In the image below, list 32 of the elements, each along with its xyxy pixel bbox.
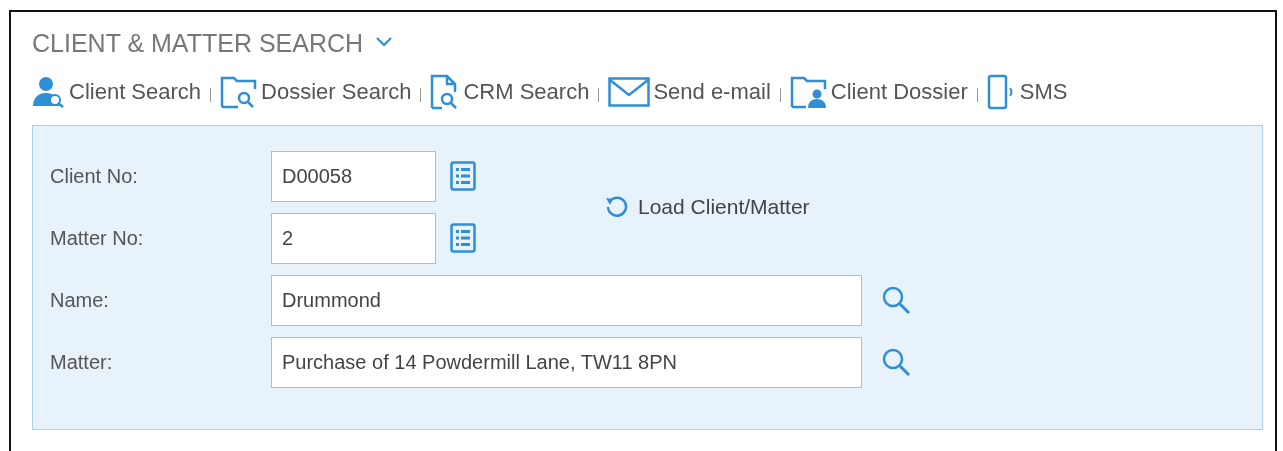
search-icon[interactable] (881, 347, 911, 377)
text-field[interactable]: Purchase of 14 Powdermill Lane, TW11 8PN (271, 336, 862, 388)
field-label: Matter: (50, 350, 114, 374)
toolbar-link[interactable]: Send e-mail (608, 77, 771, 107)
toolbar-link[interactable]: SMS (986, 74, 1068, 110)
field-label: Client No: (50, 164, 139, 188)
link-label[interactable]: Client Search (69, 79, 202, 105)
toolbar-link[interactable]: CRM Search (430, 74, 590, 110)
link-label[interactable]: Dossier Search (261, 79, 412, 105)
list-icon[interactable] (450, 223, 476, 253)
text-field[interactable]: 2 (271, 212, 436, 264)
link-label[interactable]: CRM Search (463, 79, 590, 105)
toolbar-link[interactable]: Dossier Search (220, 75, 412, 109)
toolbar-link[interactable]: Client Dossier (789, 75, 968, 109)
user-search-icon (32, 75, 66, 109)
envelope-icon (608, 77, 651, 107)
field-label: Matter No: (50, 226, 145, 250)
list-icon[interactable] (450, 161, 476, 191)
link-label[interactable]: Client Dossier (830, 79, 968, 105)
folder-user-icon (789, 75, 828, 109)
refresh-icon (604, 195, 628, 219)
load-button[interactable]: Load Client/Matter (604, 195, 810, 219)
link-label[interactable]: SMS (1019, 79, 1068, 105)
folder-search-icon (220, 75, 259, 109)
text-field[interactable]: Drummond (271, 274, 862, 326)
toolbar-link[interactable]: Client Search (32, 75, 202, 109)
text-field[interactable]: D00058 (271, 150, 436, 202)
chevron-down-icon[interactable] (375, 36, 394, 48)
panel-title: CLIENT & MATTER SEARCH (32, 28, 364, 58)
field-label: Name: (50, 288, 110, 312)
link-label[interactable]: Send e-mail (653, 79, 771, 105)
search-icon[interactable] (881, 285, 911, 315)
